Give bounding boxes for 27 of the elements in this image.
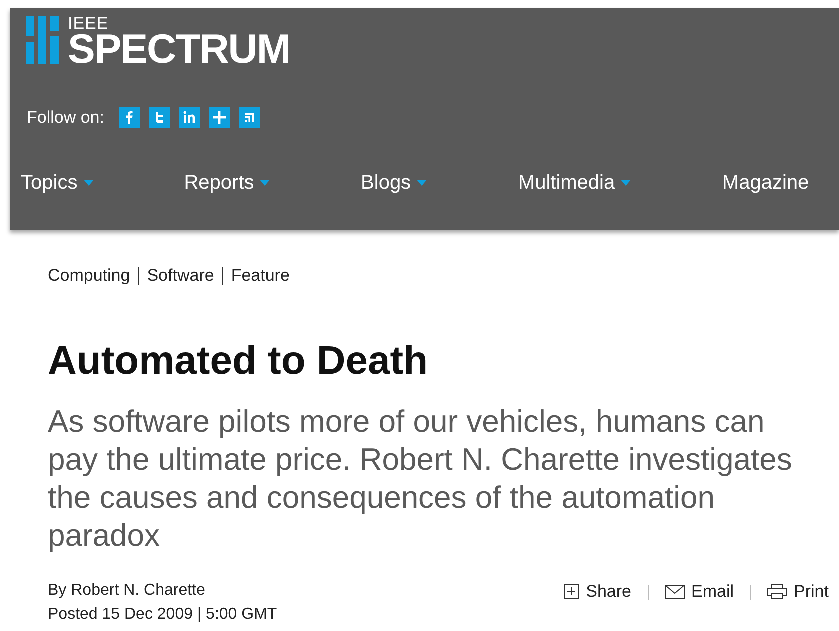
logo-icon (26, 16, 60, 64)
plus-icon[interactable] (209, 107, 230, 128)
twitter-icon[interactable] (149, 107, 170, 128)
logo-text: SPECTRUM (68, 31, 290, 67)
logo-small-text: IEEE (68, 16, 110, 31)
linkedin-icon[interactable] (179, 107, 200, 128)
posted-date: Posted 15 Dec 2009 | 5:00 GMT (48, 605, 278, 626)
share-link[interactable]: Share (564, 580, 632, 603)
breadcrumb-link[interactable]: Feature (231, 263, 290, 288)
nav-link[interactable]: Blogs (361, 168, 518, 198)
breadcrumb-link[interactable]: Computing (48, 263, 130, 288)
article-subtitle: As software pilots more of our vehicles, humans can pay the ultimate price. Robert N. Charette investigates the causes and consequences of the automation paradox (48, 402, 794, 554)
printer-icon (767, 584, 788, 600)
rss-icon[interactable] (239, 107, 260, 128)
email-icon (664, 584, 685, 599)
share-icon (564, 584, 580, 600)
email-link[interactable]: Email (664, 580, 734, 603)
facebook-icon[interactable] (119, 107, 140, 128)
nav-link[interactable]: Magazine (722, 168, 839, 198)
article-title: Automated to Death (48, 338, 429, 384)
print-link[interactable]: Print (767, 580, 829, 603)
follow-label: Follow on: (27, 107, 104, 129)
byline: By Robert N. Charette (48, 580, 206, 600)
nav-link[interactable]: Topics (21, 168, 184, 198)
nav-link[interactable]: Reports (184, 168, 362, 198)
breadcrumb-link[interactable]: Software (147, 263, 214, 288)
nav-link[interactable]: Multimedia (518, 168, 722, 198)
